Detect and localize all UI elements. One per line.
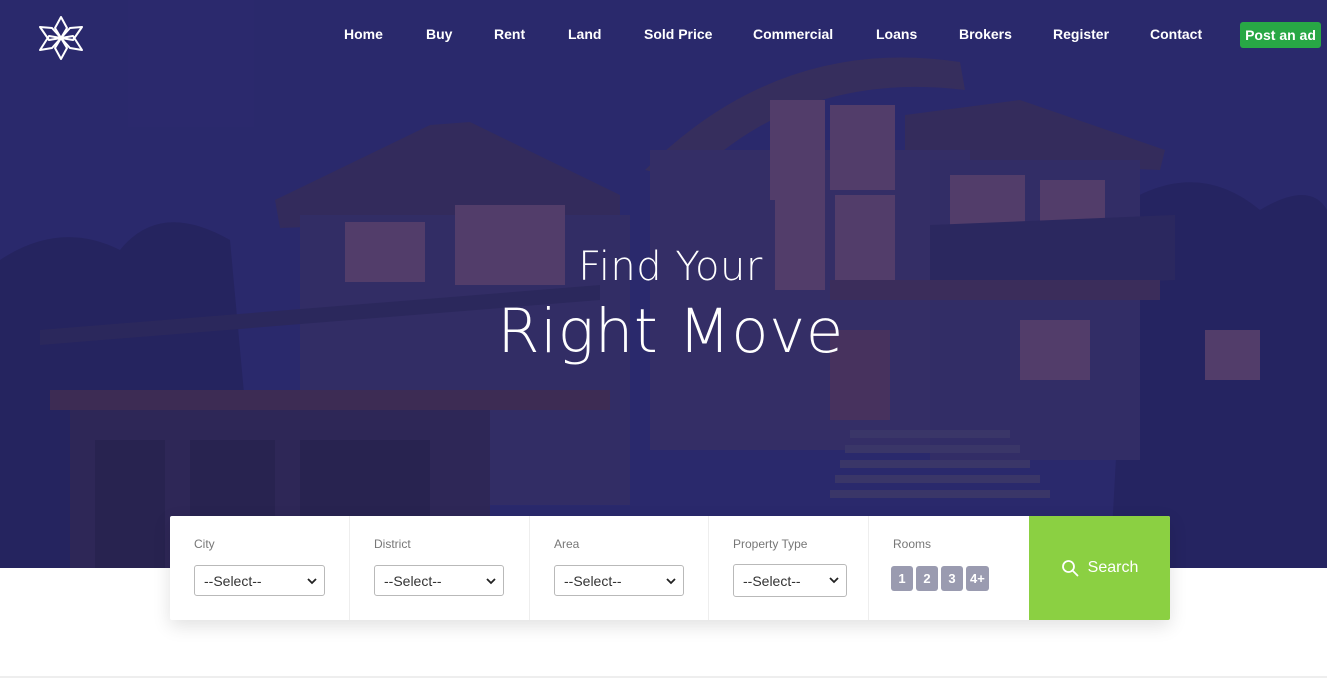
chevron-down-icon (486, 578, 496, 585)
nav-sold-price[interactable]: Sold Price (644, 26, 712, 42)
nav-commercial[interactable]: Commercial (753, 26, 833, 42)
rooms-options: 1 2 3 4+ (891, 566, 989, 591)
district-select[interactable]: --Select-- (374, 565, 504, 596)
post-ad-button[interactable]: Post an ad (1240, 22, 1321, 48)
city-label: City (194, 537, 215, 551)
city-select[interactable]: --Select-- (194, 565, 325, 596)
nav-loans[interactable]: Loans (876, 26, 917, 42)
district-select-value: --Select-- (384, 572, 442, 589)
nav-rent[interactable]: Rent (494, 26, 525, 42)
rooms-option-4-plus[interactable]: 4+ (966, 566, 989, 591)
property-type-field: Property Type --Select-- (709, 516, 869, 620)
property-type-select-value: --Select-- (743, 572, 801, 589)
search-button[interactable]: Search (1029, 516, 1170, 620)
chevron-down-icon (666, 578, 676, 585)
area-label: Area (554, 537, 580, 551)
nav-register[interactable]: Register (1053, 26, 1109, 42)
area-select-value: --Select-- (564, 572, 622, 589)
nav-contact[interactable]: Contact (1150, 26, 1202, 42)
search-button-label: Search (1087, 559, 1139, 576)
chevron-down-icon (307, 578, 317, 585)
area-field: Area --Select-- (530, 516, 709, 620)
city-select-value: --Select-- (204, 572, 262, 589)
nav-land[interactable]: Land (568, 26, 601, 42)
rooms-option-1[interactable]: 1 (891, 566, 913, 591)
search-icon (1061, 560, 1079, 577)
nav-buy[interactable]: Buy (426, 26, 452, 42)
nav-home[interactable]: Home (344, 26, 383, 42)
rooms-field: Rooms 1 2 3 4+ (869, 516, 1029, 620)
area-select[interactable]: --Select-- (554, 565, 684, 596)
district-field: District --Select-- (350, 516, 530, 620)
hero-title-line2: Right Move (497, 296, 844, 367)
property-type-label: Property Type (733, 537, 808, 551)
nav-brokers[interactable]: Brokers (959, 26, 1012, 42)
chevron-down-icon (829, 577, 839, 584)
district-label: District (374, 537, 411, 551)
rooms-label: Rooms (893, 537, 932, 551)
city-field: City --Select-- (170, 516, 350, 620)
rooms-option-3[interactable]: 3 (941, 566, 963, 591)
search-panel: City --Select-- District --Select-- Area… (170, 516, 1170, 620)
hero-title-line1: Find Your (578, 244, 763, 290)
rooms-option-2[interactable]: 2 (916, 566, 938, 591)
main-nav: Home Buy Rent Land Sold Price Commercial… (0, 22, 1327, 48)
property-type-select[interactable]: --Select-- (733, 564, 847, 597)
